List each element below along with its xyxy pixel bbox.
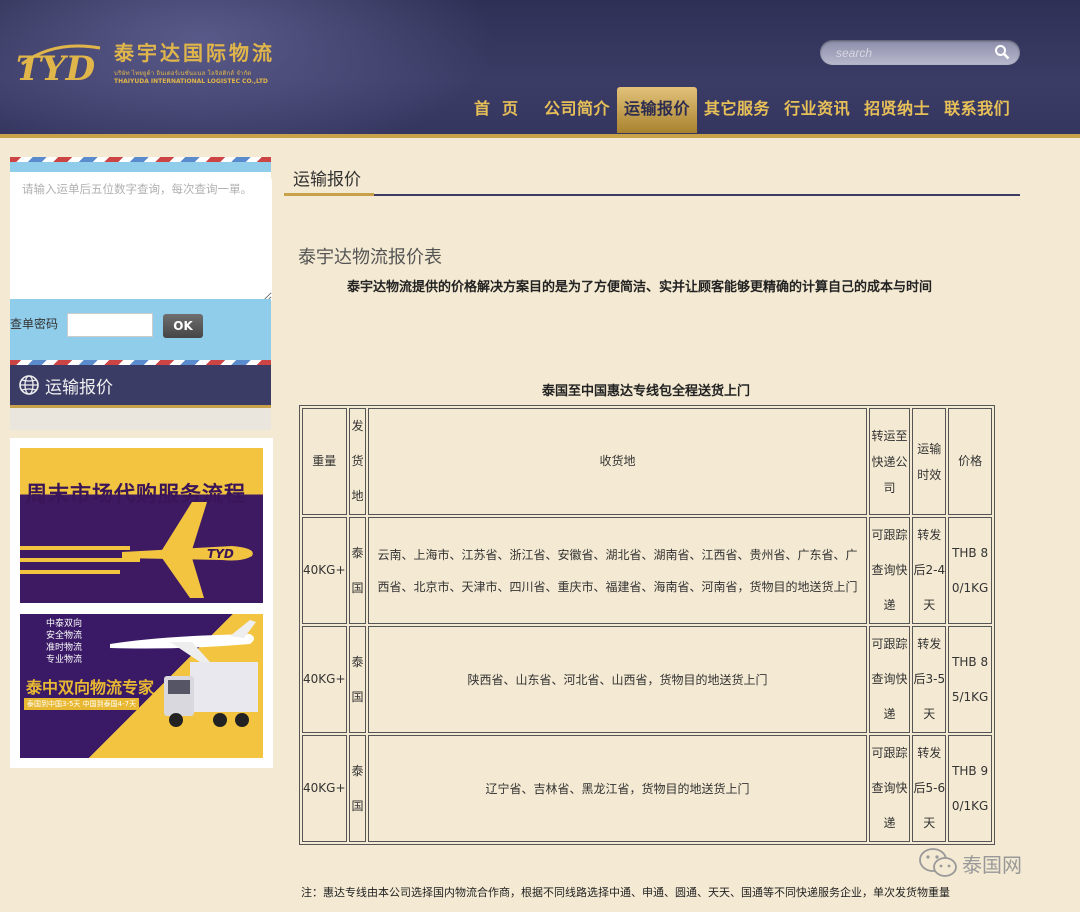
row-time: 转发后5-6天	[912, 735, 947, 842]
row-transfer: 可跟踪查询快递	[868, 735, 911, 842]
tracking-panel: 查单密码 OK 运输报价	[10, 157, 272, 408]
page-title: 运输报价	[293, 170, 361, 190]
tyd-logo-icon: TYD	[14, 34, 106, 89]
search-box	[820, 40, 1020, 65]
nav-other-services[interactable]: 其它服务	[697, 87, 777, 133]
logo-english-name: THAIYUDA INTERNATIONAL LOGISTEC CO.,LTD	[114, 78, 268, 85]
weekend-market-ad[interactable]: 周末市场代购服务流程 TYD	[20, 448, 263, 603]
row-price: THB 85/1KG	[948, 626, 992, 733]
ad2-features: 中泰双向 安全物流 准时物流 专业物流	[46, 618, 82, 666]
table-header-row: 重量 发货地 收货地 转运至快递公司 运输时效 价格	[302, 408, 992, 515]
ad2-feature-2: 安全物流	[46, 631, 83, 641]
ad2-headline: 泰中双向物流专家	[26, 678, 155, 697]
row-destination: 辽宁省、吉林省、黑龙江省，货物目的地送货上门	[368, 735, 867, 842]
rate-table-caption: 泰国至中国惠达专线包全程送货上门	[541, 384, 750, 399]
title-divider	[284, 194, 1020, 196]
title-divider-accent	[284, 193, 374, 196]
nav-industry-news[interactable]: 行业资讯	[777, 87, 857, 133]
row-origin: 泰国	[348, 735, 367, 842]
header-origin: 发货地	[348, 408, 367, 515]
logo-thai-name: บริษัท ไทยยูด้า อินเตอร์เนชั่นแนล โลจิสต…	[114, 70, 252, 77]
airplane-icon: TYD	[122, 502, 253, 598]
row-destination: 云南、上海市、江苏省、浙江省、安徽省、湖北省、湖南省、江西省、贵州省、广东省、广…	[368, 517, 867, 624]
nav-home[interactable]: 首页	[464, 87, 537, 133]
row-time: 转发后3-5天	[912, 626, 947, 733]
quote-table-heading: 泰宇达物流报价表	[298, 247, 442, 268]
tracking-number-input[interactable]	[20, 179, 272, 301]
nav-careers[interactable]: 招贤纳士	[857, 87, 937, 133]
watermark-text: 泰国网	[962, 852, 1022, 877]
quote-subtitle: 泰宇达物流提供的价格解决方案目的是为了方便简洁、实并让顾客能够更精确的计算自己的…	[347, 280, 933, 295]
ad2-feature-3: 准时物流	[46, 643, 83, 653]
row-transfer: 可跟踪查询快递	[868, 517, 911, 624]
ad2-feature-1: 中泰双向	[46, 619, 83, 629]
row-destination: 陕西省、山东省、河北省、山西省，货物目的地送货上门	[368, 626, 867, 733]
row-weight: 40KG+	[302, 626, 347, 733]
table-row: 40KG+ 泰国 辽宁省、吉林省、黑龙江省，货物目的地送货上门 可跟踪查询快递 …	[302, 735, 992, 842]
nav-shipping-quote[interactable]: 运输报价	[617, 87, 698, 133]
header-price: 价格	[948, 408, 992, 515]
row-weight: 40KG+	[302, 517, 347, 624]
row-weight: 40KG+	[302, 735, 347, 842]
globe-icon	[19, 375, 39, 395]
ad-panel: 周末市场代购服务流程 TYD 中泰双向 安全物流 准时物流 专业物流 泰中双向物…	[10, 438, 273, 768]
table-row: 40KG+ 泰国 陕西省、山东省、河北省、山西省，货物目的地送货上门 可跟踪查询…	[302, 626, 992, 733]
header-transfer: 转运至快递公司	[868, 408, 911, 515]
password-label: 查单密码	[10, 317, 59, 331]
sidebar-title: 运输报价	[10, 365, 271, 408]
wechat-watermark: 泰国网	[918, 846, 1022, 880]
ad2-delivery-times: 泰国到中国3-5天 中国到泰国4-7天	[24, 698, 140, 710]
header-weight: 重量	[302, 408, 347, 515]
wechat-icon	[919, 848, 957, 877]
svg-text:TYD: TYD	[207, 547, 234, 561]
logistics-expert-ad[interactable]: 中泰双向 安全物流 准时物流 专业物流 泰中双向物流专家 泰国到中国3-5天 中…	[20, 614, 263, 758]
nav-about[interactable]: 公司简介	[537, 87, 617, 133]
search-input[interactable]	[834, 43, 988, 63]
row-price: THB 80/1KG	[948, 517, 992, 624]
search-icon[interactable]	[994, 44, 1010, 60]
company-logo[interactable]: TYD 泰宇达国际物流 บริษัท ไทยยูด้า อินเตอร์เนชั…	[14, 34, 275, 89]
table-row: 40KG+ 泰国 云南、上海市、江苏省、浙江省、安徽省、湖北省、湖南省、江西省、…	[302, 517, 992, 624]
ok-button[interactable]: OK	[163, 314, 203, 338]
sidebar-spacer	[10, 408, 271, 430]
main-nav: 首页 公司简介 运输报价 其它服务 行业资讯 招贤纳士 联系我们	[464, 87, 1017, 134]
nav-contact[interactable]: 联系我们	[937, 87, 1017, 133]
footnote: 注：惠达专线由本公司选择国内物流合作商，根据不同线路选择中通、申通、圆通、天天、…	[301, 886, 950, 899]
header-time: 运输时效	[912, 408, 947, 515]
sidebar-title-text: 运输报价	[45, 378, 113, 398]
logo-chinese-name: 泰宇达国际物流	[114, 41, 275, 65]
svg-text:TYD: TYD	[16, 49, 96, 88]
row-transfer: 可跟踪查询快递	[868, 626, 911, 733]
password-input[interactable]	[67, 313, 153, 337]
row-price: THB 90/1KG	[948, 735, 992, 842]
truck-icon	[164, 662, 258, 727]
tracking-top-band	[10, 162, 271, 172]
rate-table: 重量 发货地 收货地 转运至快递公司 运输时效 价格 40KG+ 泰国 云南、上…	[299, 405, 995, 845]
row-origin: 泰国	[348, 626, 367, 733]
row-time: 转发后2-4天	[912, 517, 947, 624]
site-header: TYD 泰宇达国际物流 บริษัท ไทยยูด้า อินเตอร์เนชั…	[0, 0, 1080, 138]
ad2-feature-4: 专业物流	[46, 655, 83, 665]
header-destination: 收货地	[368, 408, 867, 515]
row-origin: 泰国	[348, 517, 367, 624]
